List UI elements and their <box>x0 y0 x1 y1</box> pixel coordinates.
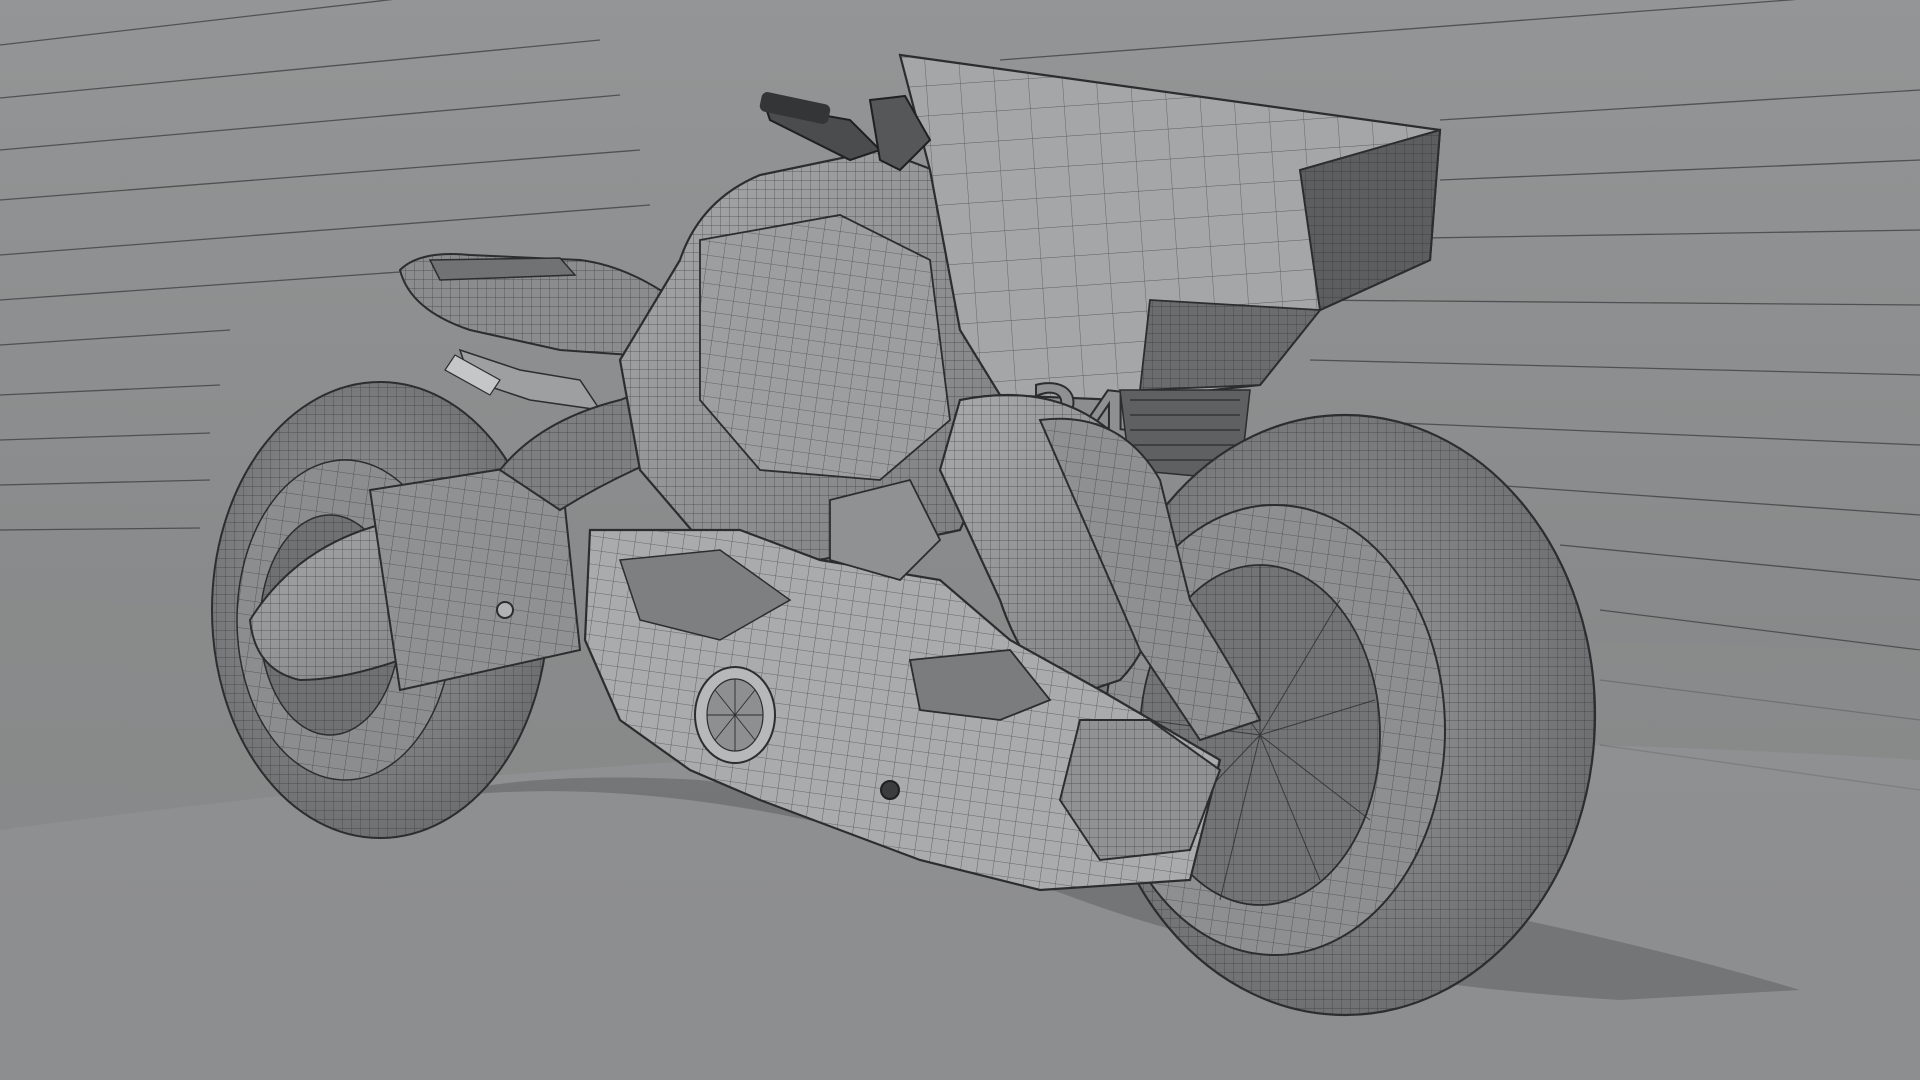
motorcycle-wireframe-render: 24 <box>0 0 1920 1080</box>
render-viewport: 24 <box>0 0 1920 1080</box>
front-wheel <box>1093 413 1597 1017</box>
